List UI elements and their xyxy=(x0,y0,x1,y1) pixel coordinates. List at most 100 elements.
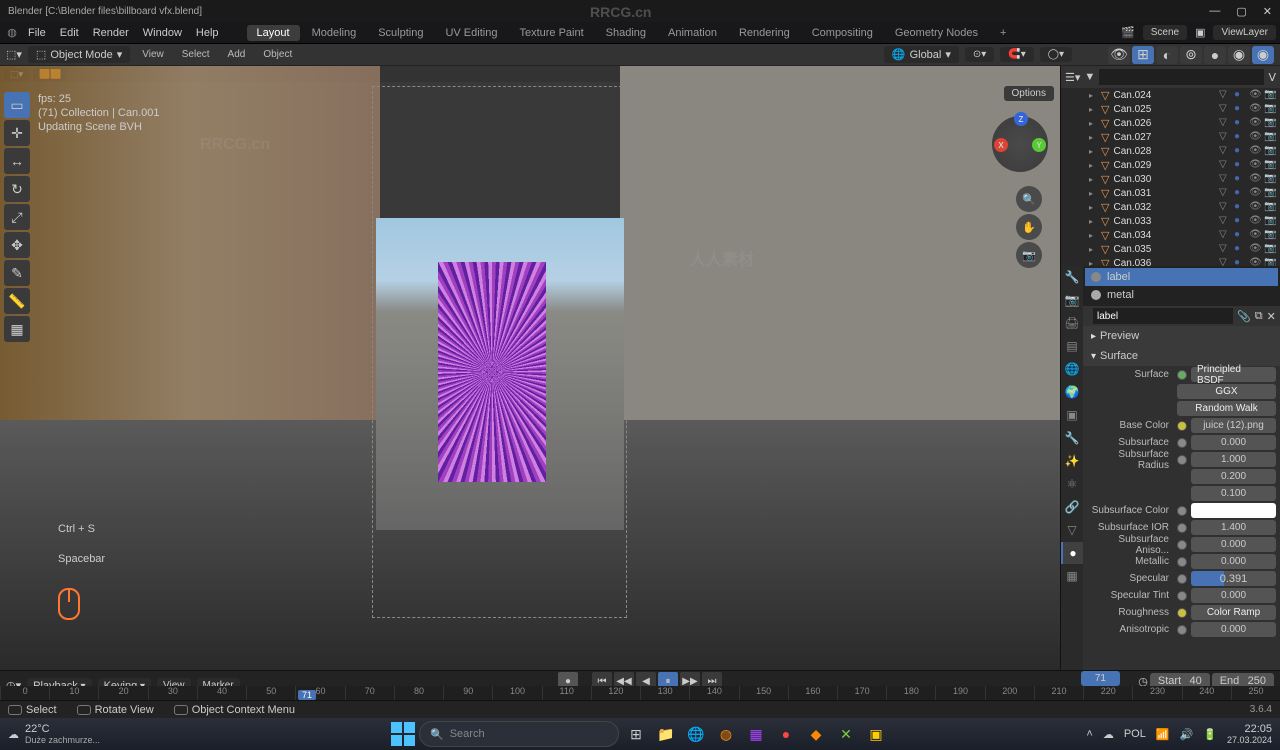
outliner-item[interactable]: ▸▽Can.035▽●👁📷 xyxy=(1061,242,1280,256)
outliner-item[interactable]: ▸▽Can.027▽●👁📷 xyxy=(1061,130,1280,144)
mode-dropdown[interactable]: ⬚Object Mode▾ xyxy=(28,46,130,63)
close-button[interactable]: ✕ xyxy=(1263,5,1272,18)
object-menu[interactable]: Object xyxy=(257,47,298,62)
mat-slot-1[interactable]: metal xyxy=(1085,286,1278,304)
app-generic3-icon[interactable]: ◆ xyxy=(803,721,829,747)
aniso-slider[interactable]: 0.000 xyxy=(1191,622,1276,637)
tool-addcube[interactable]: ▦ xyxy=(4,316,30,342)
outliner-type-icon[interactable]: ☰▾ xyxy=(1065,71,1080,84)
weather-widget[interactable]: ☁ 22°C Duże zachmurze... xyxy=(8,723,100,745)
tool-rotate[interactable]: ↻ xyxy=(4,176,30,202)
spectint-slider[interactable]: 0.000 xyxy=(1191,588,1276,603)
tool-move[interactable]: ↔ xyxy=(4,148,30,174)
tab-uv[interactable]: UV Editing xyxy=(435,25,507,41)
xray-toggle-icon[interactable]: ◐ xyxy=(1156,46,1178,64)
tray-lang[interactable]: POL xyxy=(1124,728,1146,740)
tab-sculpting[interactable]: Sculpting xyxy=(368,25,433,41)
outliner-item[interactable]: ▸▽Can.032▽●👁📷 xyxy=(1061,200,1280,214)
proportional-toggle[interactable]: ◯▾ xyxy=(1040,47,1072,62)
app-generic2-icon[interactable]: ● xyxy=(773,721,799,747)
tab-animation[interactable]: Animation xyxy=(658,25,727,41)
menu-edit[interactable]: Edit xyxy=(54,25,85,41)
outliner-item[interactable]: ▸▽Can.024▽●👁📷 xyxy=(1061,88,1280,102)
overlay-toggle-icon[interactable]: ⊞ xyxy=(1132,46,1154,64)
material-copy-icon[interactable]: ⧉ xyxy=(1255,310,1263,323)
gizmo-visibility-icon[interactable]: 👁 xyxy=(1108,46,1130,64)
tray-volume-icon[interactable]: 🔊 xyxy=(1180,728,1194,741)
sssr-1[interactable]: 0.200 xyxy=(1191,469,1276,484)
mat-slot-0[interactable]: label xyxy=(1085,268,1278,286)
add-menu[interactable]: Add xyxy=(222,47,252,62)
metallic-slider[interactable]: 0.000 xyxy=(1191,554,1276,569)
outliner-item[interactable]: ▸▽Can.033▽●👁📷 xyxy=(1061,214,1280,228)
shading-wireframe-icon[interactable]: ⊚ xyxy=(1180,46,1202,64)
tool-cursor[interactable]: ✛ xyxy=(4,120,30,146)
start-button[interactable] xyxy=(391,722,415,746)
viewport-options[interactable]: Options xyxy=(1004,86,1054,101)
tab-modeling[interactable]: Modeling xyxy=(302,25,367,41)
axis-z[interactable]: Z xyxy=(1014,112,1028,126)
system-tray[interactable]: ˄ ☁ POL 📶 🔊 🔋 22:05 27.03.2024 xyxy=(1086,723,1272,745)
ptab-output[interactable]: 🖨 xyxy=(1061,312,1083,334)
material-name-input[interactable] xyxy=(1093,308,1233,324)
tray-onedrive-icon[interactable]: ☁ xyxy=(1103,728,1114,741)
orientation-dropdown[interactable]: 🌐Global▾ xyxy=(884,46,959,63)
app-generic4-icon[interactable]: ▣ xyxy=(863,721,889,747)
shading-matprev-icon[interactable]: ◉ xyxy=(1228,46,1250,64)
camera-icon[interactable]: 📷 xyxy=(1016,242,1042,268)
menu-render[interactable]: Render xyxy=(87,25,135,41)
outliner-item[interactable]: ▸▽Can.030▽●👁📷 xyxy=(1061,172,1280,186)
distribution-dropdown[interactable]: GGX xyxy=(1177,384,1276,399)
scene-dropdown[interactable]: Scene xyxy=(1143,25,1187,40)
editor-type-icon[interactable]: ⬚▾ xyxy=(6,48,22,61)
outliner-item[interactable]: ▸▽Can.034▽●👁📷 xyxy=(1061,228,1280,242)
tray-chevron-icon[interactable]: ˄ xyxy=(1086,728,1092,740)
tab-texpaint[interactable]: Texture Paint xyxy=(509,25,593,41)
app-edge-icon[interactable]: 🌐 xyxy=(683,721,709,747)
nav-gizmo[interactable]: X Y Z xyxy=(992,116,1048,172)
maximize-button[interactable]: ▢ xyxy=(1236,5,1246,18)
app-explorer-icon[interactable]: 📁 xyxy=(653,721,679,747)
outliner-item[interactable]: ▸▽Can.031▽●👁📷 xyxy=(1061,186,1280,200)
app-generic-icon[interactable]: ▦ xyxy=(743,721,769,747)
ptab-modifier[interactable]: 🔧 xyxy=(1061,427,1083,449)
minimize-button[interactable]: — xyxy=(1209,5,1220,18)
tool-transform[interactable]: ✥ xyxy=(4,232,30,258)
timeline-ruler[interactable]: 71 0102030405060708090100110120130140150… xyxy=(0,686,1280,700)
ptab-tool[interactable]: 🔧 xyxy=(1061,266,1083,288)
material-unlink-icon[interactable]: ✕ xyxy=(1267,310,1276,323)
sss-aniso[interactable]: 0.000 xyxy=(1191,537,1276,552)
tool-measure[interactable]: 📏 xyxy=(4,288,30,314)
menu-help[interactable]: Help xyxy=(190,25,225,41)
outliner-search[interactable] xyxy=(1099,69,1264,85)
ptab-object[interactable]: ▣ xyxy=(1061,404,1083,426)
menu-file[interactable]: File xyxy=(22,25,52,41)
surface-shader-dropdown[interactable]: Principled BSDF xyxy=(1191,367,1276,382)
roughness-input[interactable]: Color Ramp xyxy=(1191,605,1276,620)
outliner-filter-funnel-icon[interactable]: 𝖵 xyxy=(1268,71,1276,84)
sss-method-dropdown[interactable]: Random Walk xyxy=(1177,401,1276,416)
viewlayer-dropdown[interactable]: ViewLayer xyxy=(1213,25,1276,40)
outliner-filter-icon[interactable]: ▼ xyxy=(1084,71,1095,83)
tab-compositing[interactable]: Compositing xyxy=(802,25,883,41)
pan-icon[interactable]: ✋ xyxy=(1016,214,1042,240)
subsurface-slider[interactable]: 0.000 xyxy=(1191,435,1276,450)
tab-layout[interactable]: Layout xyxy=(247,25,300,41)
tab-add[interactable]: + xyxy=(990,25,1016,41)
tab-geonodes[interactable]: Geometry Nodes xyxy=(885,25,988,41)
sssr-2[interactable]: 0.100 xyxy=(1191,486,1276,501)
outliner-item[interactable]: ▸▽Can.026▽●👁📷 xyxy=(1061,116,1280,130)
tool-scale[interactable]: ⤢ xyxy=(4,204,30,230)
snap-toggle[interactable]: 🧲▾ xyxy=(1000,47,1033,62)
outliner-item[interactable]: ▸▽Can.025▽●👁📷 xyxy=(1061,102,1280,116)
ptab-material[interactable]: ● xyxy=(1061,542,1083,564)
axis-y[interactable]: Y xyxy=(1032,138,1046,152)
sss-ior[interactable]: 1.400 xyxy=(1191,520,1276,535)
specular-slider[interactable]: 0.391 xyxy=(1191,571,1276,586)
preview-header[interactable]: ▸ Preview xyxy=(1083,326,1280,346)
ptab-viewlayer[interactable]: ▤ xyxy=(1061,335,1083,357)
ptab-constraint[interactable]: 🔗 xyxy=(1061,496,1083,518)
tray-battery-icon[interactable]: 🔋 xyxy=(1203,728,1217,741)
shading-rendered-icon[interactable]: ◉ xyxy=(1252,46,1274,64)
pivot-dropdown[interactable]: ⊙▾ xyxy=(965,47,994,62)
